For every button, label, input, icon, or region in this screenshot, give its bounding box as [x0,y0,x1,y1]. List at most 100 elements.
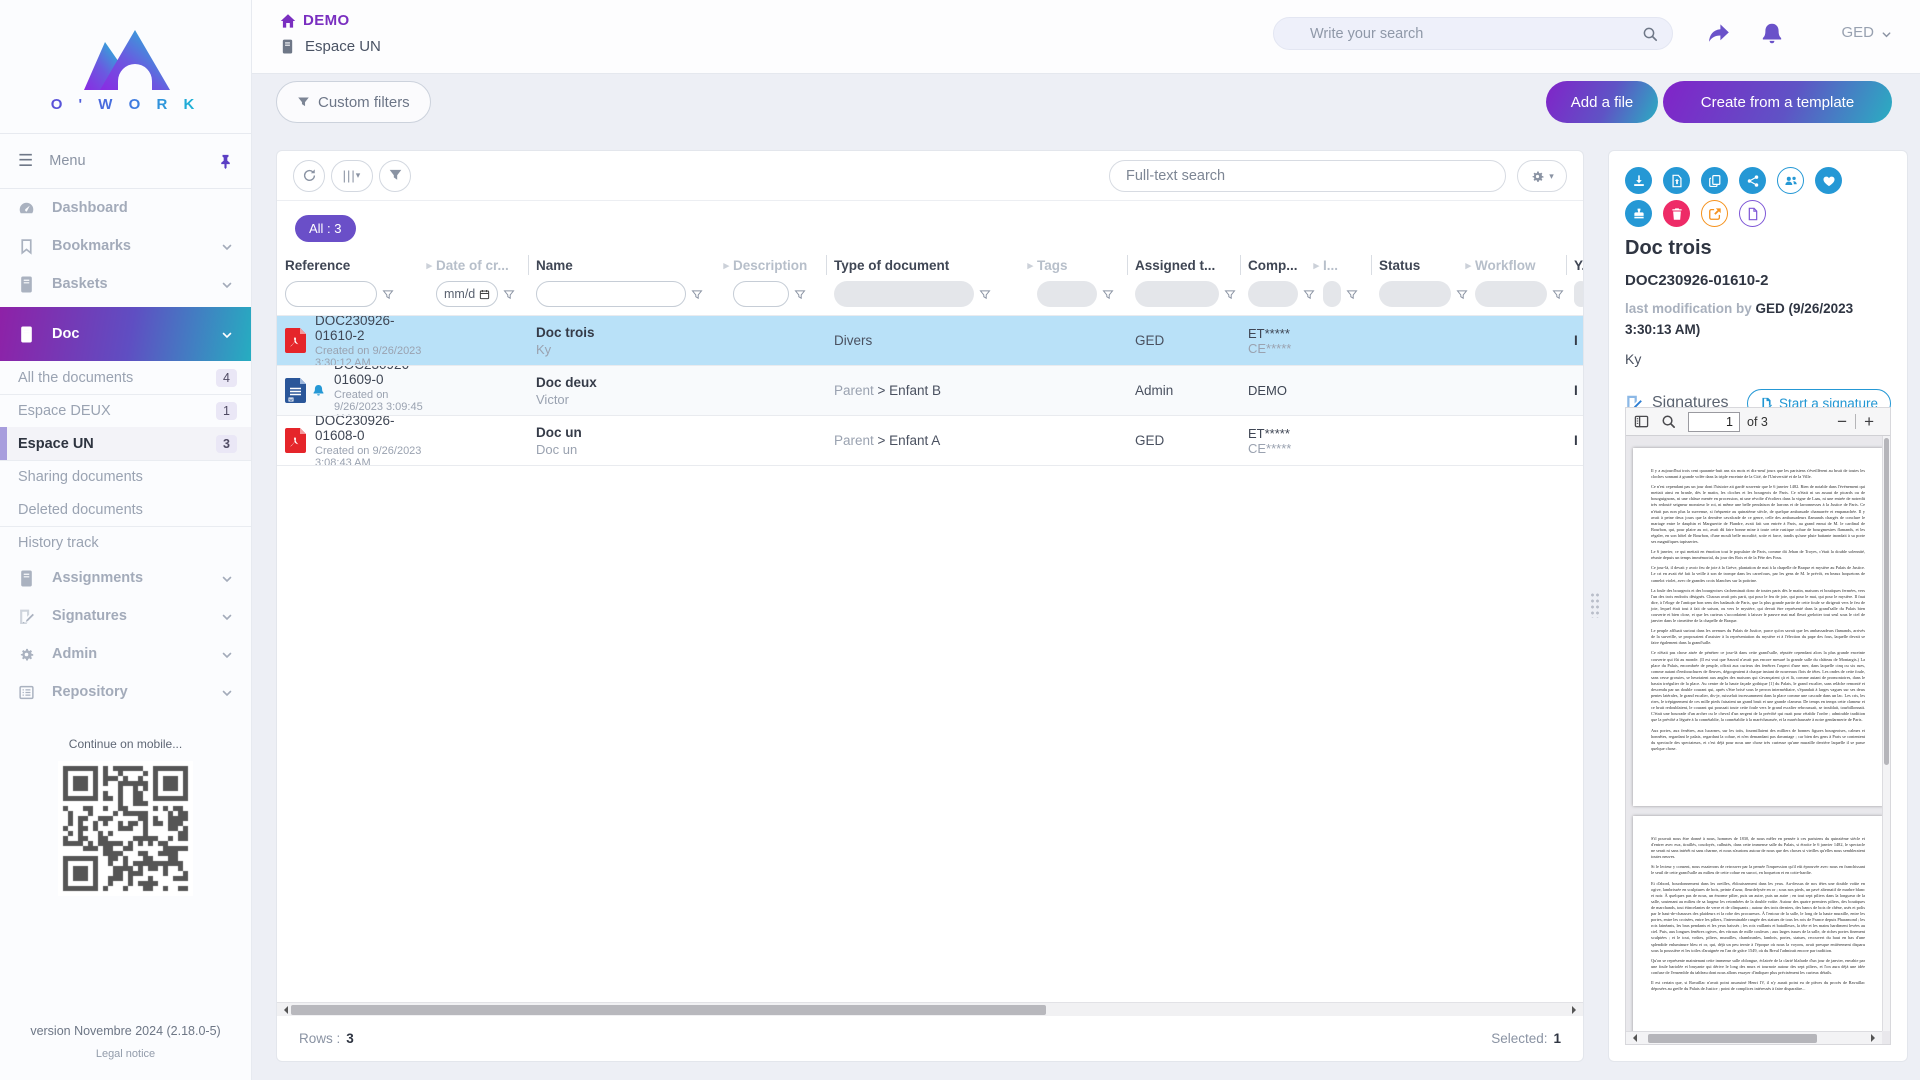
columns-button[interactable]: |||▾ [331,160,373,192]
scroll-left-arrow[interactable] [1629,1034,1637,1042]
column-header-workflow[interactable]: Workflow [1475,252,1574,278]
pdf-search-icon[interactable] [1661,414,1676,429]
sidebar-item-deleted-documents[interactable]: Deleted documents [0,493,251,526]
column-header-name[interactable]: Name▸ [536,252,733,278]
file-up-action-button[interactable] [1663,167,1690,194]
user-menu[interactable]: GED [1841,24,1892,41]
fulltext-search-input[interactable] [1126,168,1489,184]
column-header-comp[interactable]: Comp...▸ [1248,252,1323,278]
hamburger-icon[interactable]: ☰ [18,151,33,171]
page-number-input[interactable] [1688,412,1740,432]
sidebar-item-bookmarks[interactable]: Bookmarks [0,227,251,265]
funnel-icon[interactable] [794,288,806,300]
external-action-button[interactable] [1701,200,1728,227]
legal-notice-link[interactable]: Legal notice [0,1048,251,1060]
funnel-icon[interactable] [979,288,991,300]
filter-button[interactable] [379,160,411,192]
table-settings-button[interactable]: ▾ [1517,160,1567,192]
external-icon [1708,207,1722,221]
breadcrumb-space[interactable]: Espace UN [280,38,381,55]
filter-input[interactable] [285,281,377,307]
column-header-assigned-t[interactable]: Assigned t... [1135,252,1248,278]
sidebar-toggle-icon[interactable] [1634,414,1649,429]
filter-input[interactable] [1475,281,1547,307]
users-action-button[interactable] [1777,167,1804,194]
filter-input[interactable] [1379,281,1451,307]
sidebar-item-espace-un[interactable]: Espace UN3 [0,427,251,460]
trash-action-button[interactable] [1663,200,1690,227]
heart-action-button[interactable] [1815,167,1842,194]
filter-chip-all[interactable]: All : 3 [295,215,356,242]
funnel-icon[interactable] [1102,288,1114,300]
column-header-description[interactable]: Description [733,252,834,278]
pdf-scroll-area[interactable]: Il y a aujourd'hui trois cent quarante-h… [1626,436,1890,1031]
funnel-icon[interactable] [382,288,394,300]
column-header-y[interactable]: Y... [1574,252,1584,278]
scroll-right-arrow[interactable] [1572,1006,1580,1014]
filter-input[interactable] [1323,281,1341,307]
sidebar-item-admin[interactable]: Admin [0,635,251,673]
funnel-icon[interactable] [1456,288,1468,300]
table-row-doc230926-01609-0[interactable]: wDOC230926-01609-0Created on 9/26/2023 3… [277,366,1583,416]
column-header-status[interactable]: Status▸ [1379,252,1475,278]
column-header-reference[interactable]: Reference▸ [285,252,436,278]
filter-input[interactable] [1037,281,1097,307]
sidebar-item-repository[interactable]: Repository [0,673,251,711]
table-footer: Rows : 3 Selected: 1 [277,1016,1583,1061]
sidebar-item-espace-deux[interactable]: Espace DEUX1 [0,394,251,427]
sidebar-item-sharing-documents[interactable]: Sharing documents [0,460,251,493]
column-header-date-of-cr[interactable]: Date of cr... [436,252,536,278]
scroll-right-arrow[interactable] [1871,1034,1879,1042]
sidebar-item-history-track[interactable]: History track [0,526,251,559]
share-nodes-action-button[interactable] [1739,167,1766,194]
refresh-button[interactable] [293,160,325,192]
funnel-icon[interactable] [691,288,703,300]
scroll-left-arrow[interactable] [280,1006,288,1014]
download-action-button[interactable] [1625,167,1652,194]
zoom-in-button[interactable]: + [1856,413,1882,430]
column-header-type-of-document[interactable]: Type of document▸ [834,252,1037,278]
table-row-doc230926-01608-0[interactable]: DOC230926-01608-0Created on 9/26/2023 3:… [277,416,1583,466]
share-forward-icon[interactable] [1706,22,1730,44]
create-from-template-button[interactable]: Create from a template [1663,81,1892,123]
add-file-button[interactable]: Add a file [1546,81,1658,123]
funnel-icon[interactable] [1552,288,1564,300]
search-icon[interactable] [1642,26,1658,42]
sidebar-item-dashboard[interactable]: Dashboard [0,189,251,227]
funnel-icon[interactable] [1303,288,1315,300]
zoom-out-button[interactable]: − [1829,413,1855,430]
table-row-doc230926-01610-2[interactable]: DOC230926-01610-2Created on 9/26/2023 3:… [277,316,1583,366]
file-action-button[interactable] [1739,200,1766,227]
pin-icon[interactable] [218,154,233,169]
sidebar-item-baskets[interactable]: Baskets [0,265,251,303]
scrollbar-thumb[interactable] [1884,438,1889,765]
table-horizontal-scrollbar[interactable] [277,1002,1583,1016]
filter-input[interactable] [1574,281,1584,307]
filter-input[interactable] [536,281,686,307]
copy-action-button[interactable] [1701,167,1728,194]
scrollbar-thumb[interactable] [291,1005,1046,1015]
filter-input[interactable] [733,281,789,307]
funnel-icon[interactable] [1224,288,1236,300]
stamp-action-button[interactable] [1625,200,1652,227]
custom-filters-button[interactable]: Custom filters [276,81,431,123]
pdf-vertical-scrollbar[interactable] [1882,436,1890,1031]
filter-input[interactable] [1135,281,1219,307]
sidebar-item-signatures[interactable]: Signatures [0,597,251,635]
sidebar-item-all-the-documents[interactable]: All the documents4 [0,361,251,394]
filter-input[interactable] [1248,281,1298,307]
breadcrumb-site[interactable]: DEMO [280,12,350,29]
global-search-input[interactable] [1310,26,1642,42]
sidebar-item-assignments[interactable]: Assignments [0,559,251,597]
filter-input[interactable] [834,281,974,307]
date-filter-input[interactable]: mm/d [436,281,498,307]
menu-row[interactable]: ☰ Menu [0,133,251,189]
notifications-bell-icon[interactable] [1760,22,1784,44]
funnel-icon[interactable] [503,288,515,300]
column-header-tags[interactable]: Tags [1037,252,1135,278]
scrollbar-thumb[interactable] [1648,1034,1817,1043]
panel-resize-handle[interactable] [1590,592,1600,618]
pdf-horizontal-scrollbar[interactable] [1626,1031,1882,1044]
funnel-icon[interactable] [1346,288,1358,300]
sidebar-item-doc[interactable]: Doc [0,307,251,361]
